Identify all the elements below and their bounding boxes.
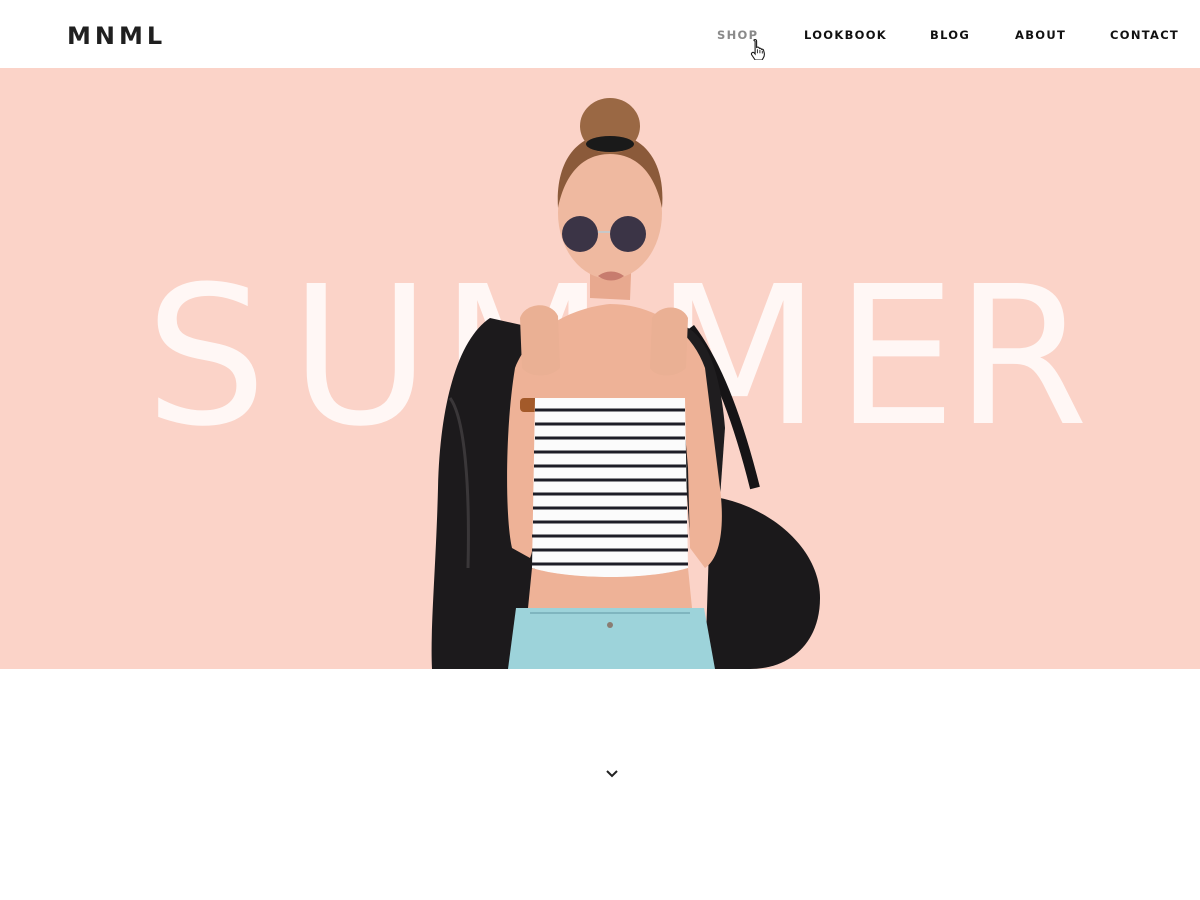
hand-cursor-icon [750, 38, 765, 60]
hero-letter-r: R [955, 246, 1089, 469]
model-photo [431, 98, 820, 669]
site-header: MNML SHOP LOOKBOOK BLOG ABOUT CONTACT [0, 0, 1200, 68]
main-nav: SHOP LOOKBOOK BLOG ABOUT CONTACT [0, 28, 1200, 44]
nav-item-about[interactable]: ABOUT [1015, 28, 1066, 42]
nav-item-contact[interactable]: CONTACT [1110, 28, 1179, 42]
hero-letter-e: E [835, 246, 957, 469]
hero-banner: S U M M E R [0, 68, 1200, 669]
below-hero-section [0, 669, 1200, 900]
chevron-down-icon[interactable] [605, 769, 619, 779]
nav-item-blog[interactable]: BLOG [930, 28, 970, 42]
hero-letter-s: S [145, 246, 267, 469]
hero-letter-u: U [290, 246, 431, 469]
nav-item-lookbook[interactable]: LOOKBOOK [804, 28, 887, 42]
